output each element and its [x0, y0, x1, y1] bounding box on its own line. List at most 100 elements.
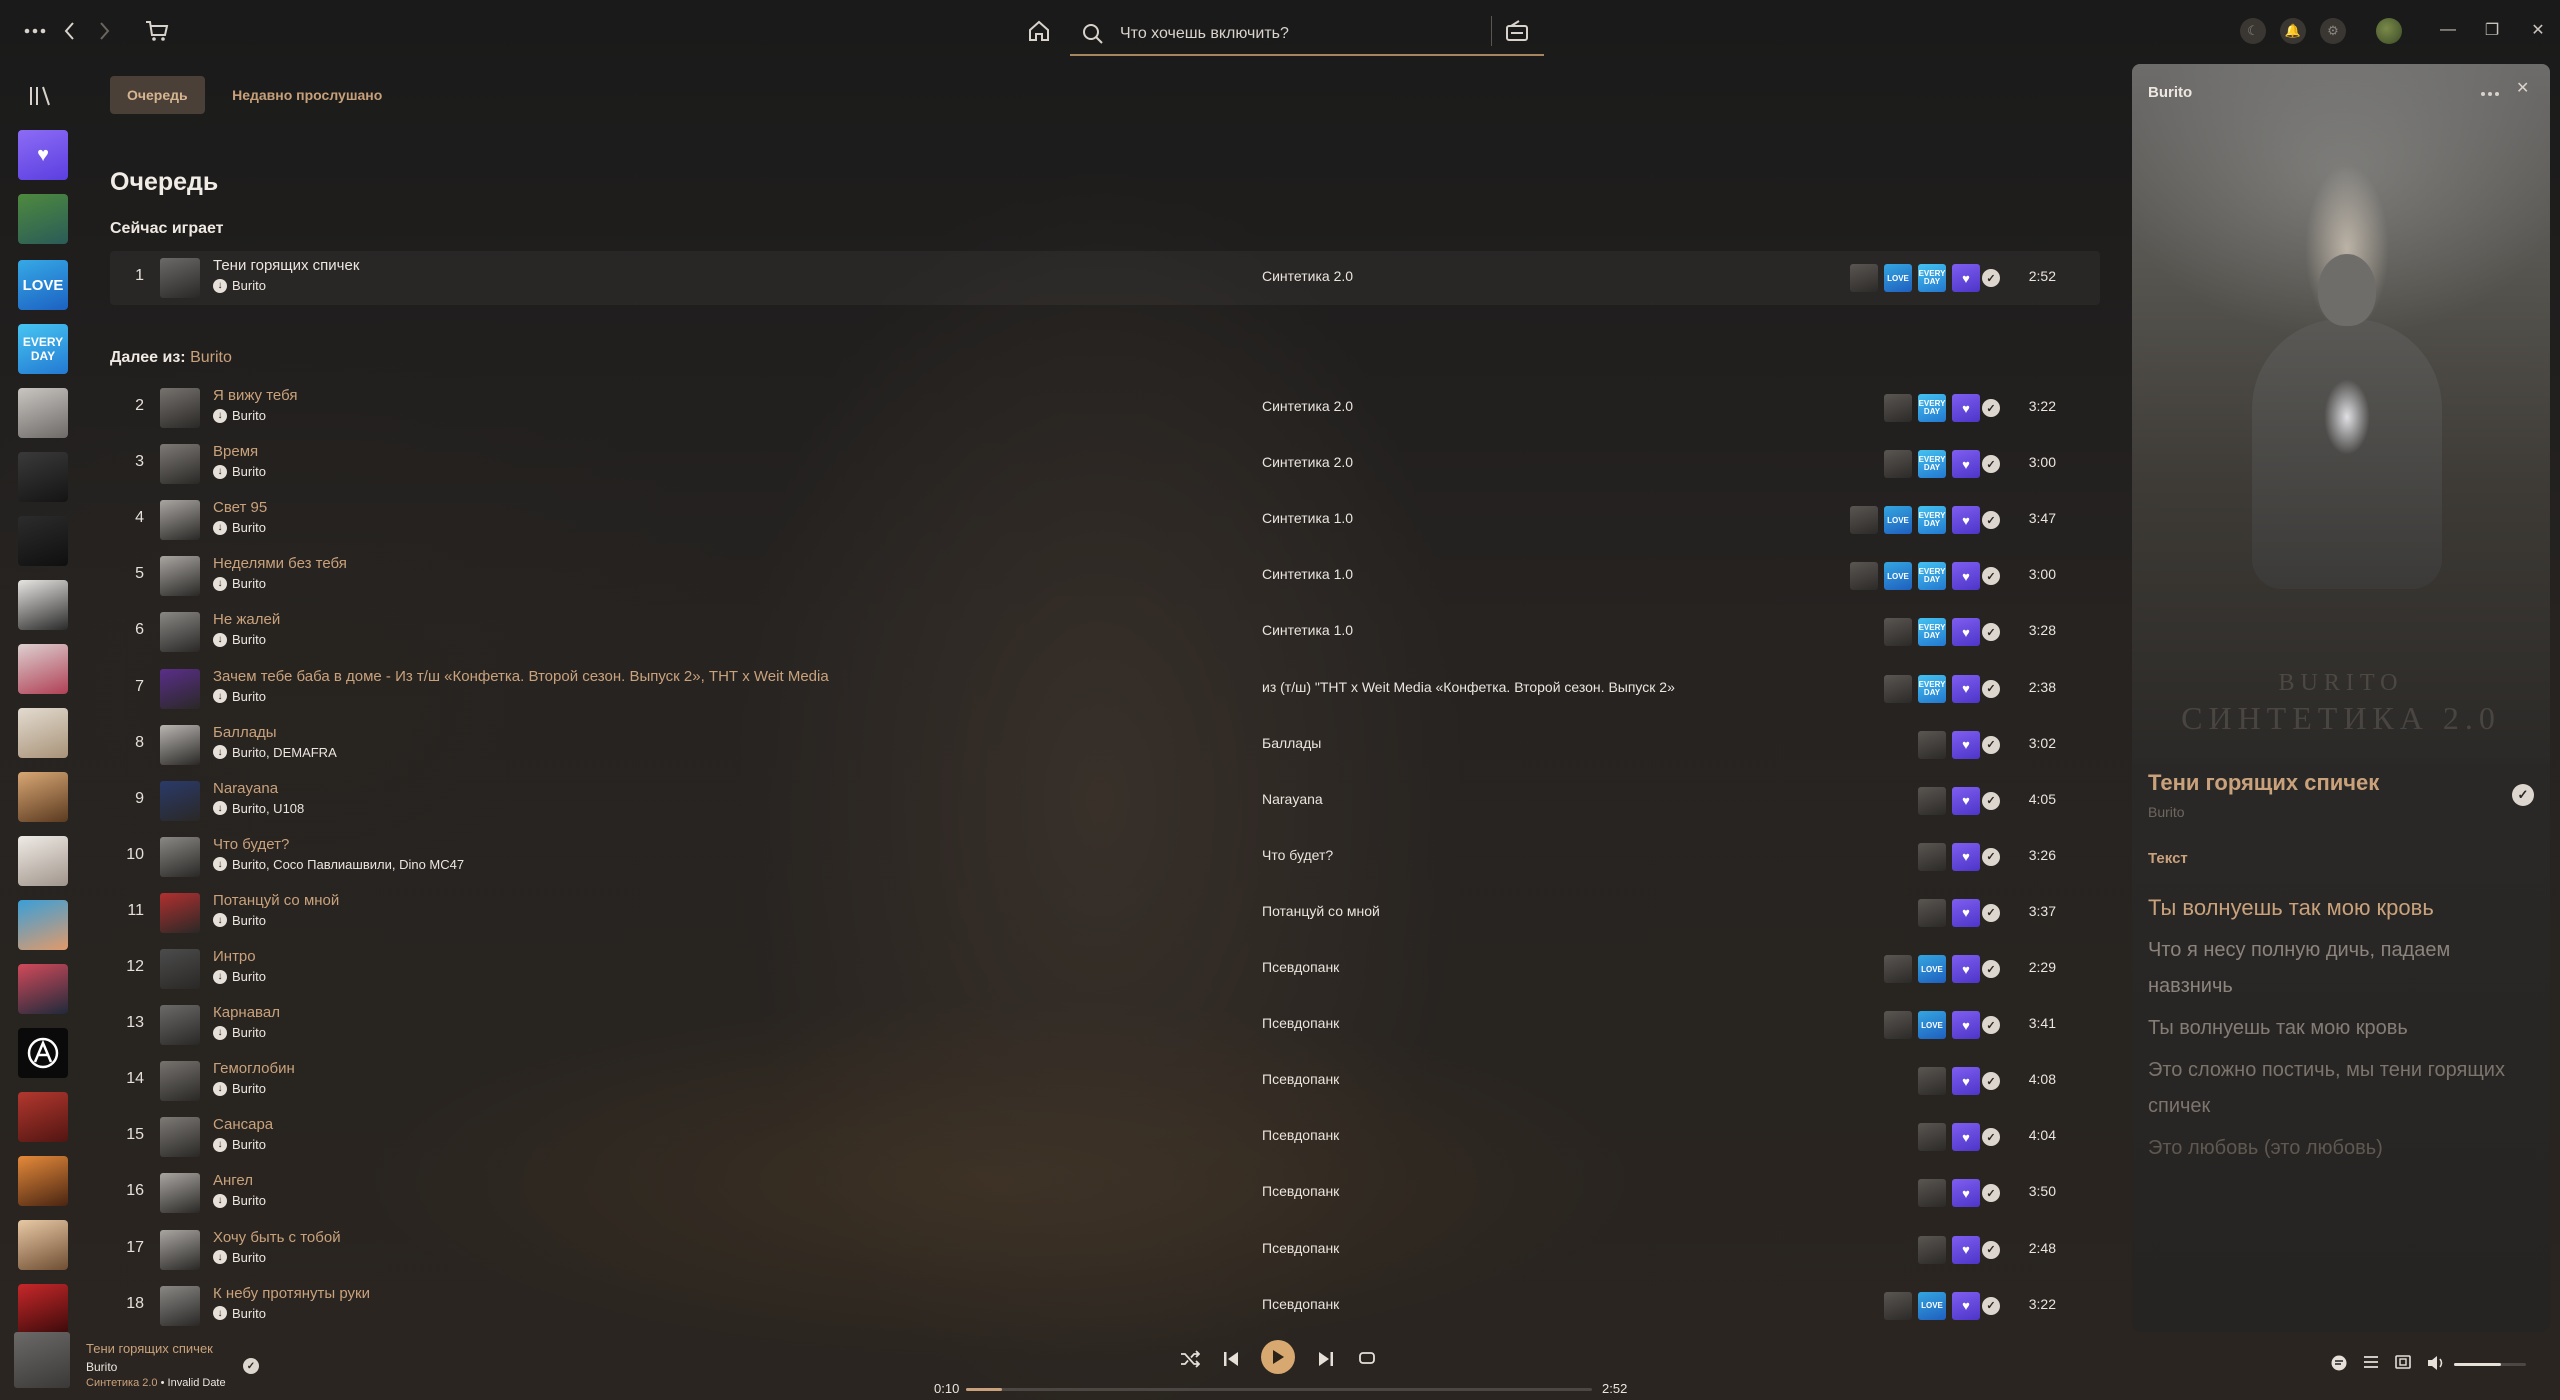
- track-artist[interactable]: ↓ Burito, Coco Павлиашвили, Dino MC47: [213, 857, 464, 872]
- saved-check-icon[interactable]: ✓: [1982, 1184, 2000, 1203]
- table-row[interactable]: 10 Что будет? ↓ Burito, Coco Павлиашвили, D…: [110, 830, 2100, 884]
- track-artist-name[interactable]: Burito, DEMAFRA: [232, 745, 337, 760]
- track-artist-name[interactable]: Burito, U108: [232, 801, 304, 816]
- panel-more-icon[interactable]: [2480, 84, 2500, 102]
- artist-badge[interactable]: [1918, 1067, 1946, 1096]
- artist-badge[interactable]: [1884, 674, 1912, 703]
- liked-badge[interactable]: ♥: [1952, 786, 1980, 815]
- player-saved-icon[interactable]: ✓: [243, 1358, 259, 1374]
- track-album[interactable]: Синтетика 2.0: [1262, 398, 1353, 414]
- table-row[interactable]: 13 Карнавал ↓ Burito Псевдопанк LOVE ♥ ✓ 3:41: [110, 998, 2100, 1052]
- every-day-badge[interactable]: EVERY DAY: [1918, 394, 1946, 422]
- track-title[interactable]: Не жалей: [213, 611, 280, 628]
- table-row[interactable]: 1 Тени горящих спичек ↓ Burito Синтетика 2.0…: [110, 251, 2100, 305]
- next-icon[interactable]: [1318, 1350, 1334, 1368]
- track-artist[interactable]: ↓ Burito, DEMAFRA: [213, 745, 337, 760]
- liked-badge[interactable]: ♥: [1952, 1291, 1980, 1320]
- track-cover[interactable]: [160, 1117, 200, 1158]
- track-artist[interactable]: ↓ Burito: [213, 1250, 266, 1265]
- track-artist-name[interactable]: Burito: [232, 1081, 266, 1096]
- track-title[interactable]: Narayana: [213, 780, 278, 797]
- liked-badge[interactable]: ♥: [1952, 842, 1980, 871]
- lyric-line[interactable]: Ты волнуешь так мою кровь: [2148, 1010, 2508, 1046]
- bell-icon[interactable]: 🔔: [2280, 18, 2306, 44]
- artist-badge[interactable]: [1884, 450, 1912, 479]
- settings-icon[interactable]: ⚙: [2320, 18, 2346, 44]
- table-row[interactable]: 17 Хочу быть с тобой ↓ Burito Псевдопанк ♥ ✓ 2:…: [110, 1223, 2100, 1277]
- shuffle-icon[interactable]: [1180, 1350, 1200, 1368]
- table-row[interactable]: 5 Неделями без тебя ↓ Burito Синтетика 1.0 LO…: [110, 549, 2100, 603]
- table-row[interactable]: 11 Потанцуй со мной ↓ Burito Потанцуй со мно…: [110, 886, 2100, 940]
- table-row[interactable]: 18 К небу протянуты руки ↓ Burito Псевдопанк…: [110, 1279, 2100, 1333]
- track-cover[interactable]: [160, 612, 200, 653]
- track-album[interactable]: Narayana: [1262, 791, 1323, 807]
- table-row[interactable]: 2 Я вижу тебя ↓ Burito Синтетика 2.0 EVERY DA…: [110, 381, 2100, 435]
- track-cover[interactable]: [160, 1285, 200, 1326]
- artist-badge[interactable]: [1850, 562, 1878, 591]
- panel-close-icon[interactable]: ✕: [2516, 78, 2529, 98]
- track-artist[interactable]: ↓ Burito: [213, 278, 266, 293]
- artist-badge[interactable]: [1918, 1179, 1946, 1208]
- saved-check-icon[interactable]: ✓: [1982, 455, 2000, 474]
- track-artist-name[interactable]: Burito: [232, 278, 266, 293]
- saved-check-icon[interactable]: ✓: [1982, 567, 2000, 586]
- track-cover[interactable]: [160, 949, 200, 989]
- table-row[interactable]: 7 Зачем тебе баба в доме - Из т/ш «Конфет…: [110, 662, 2100, 716]
- track-artist-name[interactable]: Burito: [232, 1250, 266, 1265]
- volume-slider[interactable]: [2454, 1363, 2526, 1366]
- liked-badge[interactable]: ♥: [1952, 264, 1980, 292]
- track-artist[interactable]: ↓ Burito: [213, 464, 266, 479]
- love-badge[interactable]: LOVE: [1918, 955, 1946, 983]
- table-row[interactable]: 16 Ангел ↓ Burito Псевдопанк ♥ ✓ 3:50: [110, 1166, 2100, 1220]
- table-row[interactable]: 6 Не жалей ↓ Burito Синтетика 1.0 EVERY DAY ♥ ✓…: [110, 605, 2100, 659]
- love-badge[interactable]: LOVE: [1918, 1011, 1946, 1040]
- track-title[interactable]: Потанцуй со мной: [213, 892, 339, 909]
- track-title[interactable]: Баллады: [213, 724, 277, 741]
- liked-badge[interactable]: ♥: [1952, 1011, 1980, 1040]
- table-row[interactable]: 12 Интро ↓ Burito Псевдопанк LOVE ♥ ✓ 2:29: [110, 942, 2100, 996]
- repeat-icon[interactable]: [1358, 1350, 1376, 1366]
- player-cover[interactable]: [14, 1332, 70, 1388]
- track-artist[interactable]: ↓ Burito: [213, 689, 266, 704]
- saved-check-icon[interactable]: ✓: [1982, 1240, 2000, 1259]
- track-cover[interactable]: [160, 500, 200, 541]
- track-album[interactable]: Псевдопанк: [1262, 1183, 1339, 1199]
- table-row[interactable]: 14 Гемоглобин ↓ Burito Псевдопанк ♥ ✓ 4:08: [110, 1054, 2100, 1108]
- track-cover[interactable]: [160, 258, 200, 298]
- every-day-badge[interactable]: EVERY DAY: [1918, 618, 1946, 647]
- track-artist[interactable]: ↓ Burito: [213, 1306, 266, 1321]
- saved-check-icon[interactable]: ✓: [1982, 679, 2000, 698]
- liked-badge[interactable]: ♥: [1952, 562, 1980, 591]
- table-row[interactable]: 4 Свет 95 ↓ Burito Синтетика 1.0 LOVE EVERY DA…: [110, 493, 2100, 547]
- love-badge[interactable]: LOVE: [1884, 562, 1912, 591]
- moon-icon[interactable]: ☾: [2240, 18, 2266, 44]
- track-album[interactable]: Потанцуй со мной: [1262, 903, 1380, 919]
- saved-check-icon[interactable]: ✓: [1982, 623, 2000, 642]
- track-title[interactable]: Интро: [213, 948, 256, 965]
- track-artist[interactable]: ↓ Burito: [213, 969, 266, 984]
- track-artist[interactable]: ↓ Burito: [213, 408, 266, 423]
- every-day-badge[interactable]: EVERY DAY: [1918, 562, 1946, 591]
- track-cover[interactable]: [160, 892, 200, 933]
- saved-check-icon[interactable]: ✓: [1982, 1128, 2000, 1147]
- track-title[interactable]: Ангел: [213, 1172, 253, 1189]
- track-artist-name[interactable]: Burito: [232, 689, 266, 704]
- track-artist[interactable]: ↓ Burito: [213, 1081, 266, 1096]
- track-album[interactable]: Псевдопанк: [1262, 959, 1339, 975]
- track-title[interactable]: Тени горящих спичек: [213, 257, 359, 274]
- saved-check-icon[interactable]: ✓: [1982, 511, 2000, 530]
- device-icon[interactable]: [2394, 1354, 2412, 1372]
- track-album[interactable]: Синтетика 1.0: [1262, 622, 1353, 638]
- track-cover[interactable]: [160, 724, 200, 765]
- track-cover[interactable]: [160, 780, 200, 821]
- artist-badge[interactable]: [1918, 1123, 1946, 1152]
- saved-check-icon[interactable]: ✓: [1982, 735, 2000, 754]
- track-album[interactable]: Синтетика 1.0: [1262, 510, 1353, 526]
- player-title[interactable]: Тени горящих спичек: [86, 1341, 213, 1356]
- love-badge[interactable]: LOVE: [1918, 1291, 1946, 1320]
- artist-badge[interactable]: [1850, 264, 1878, 292]
- saved-check-icon[interactable]: ✓: [1982, 1072, 2000, 1091]
- table-row[interactable]: 8 Баллады ↓ Burito, DEMAFRA Баллады ♥ ✓ 3:02: [110, 718, 2100, 772]
- volume-icon[interactable]: [2426, 1354, 2446, 1372]
- liked-badge[interactable]: ♥: [1952, 450, 1980, 479]
